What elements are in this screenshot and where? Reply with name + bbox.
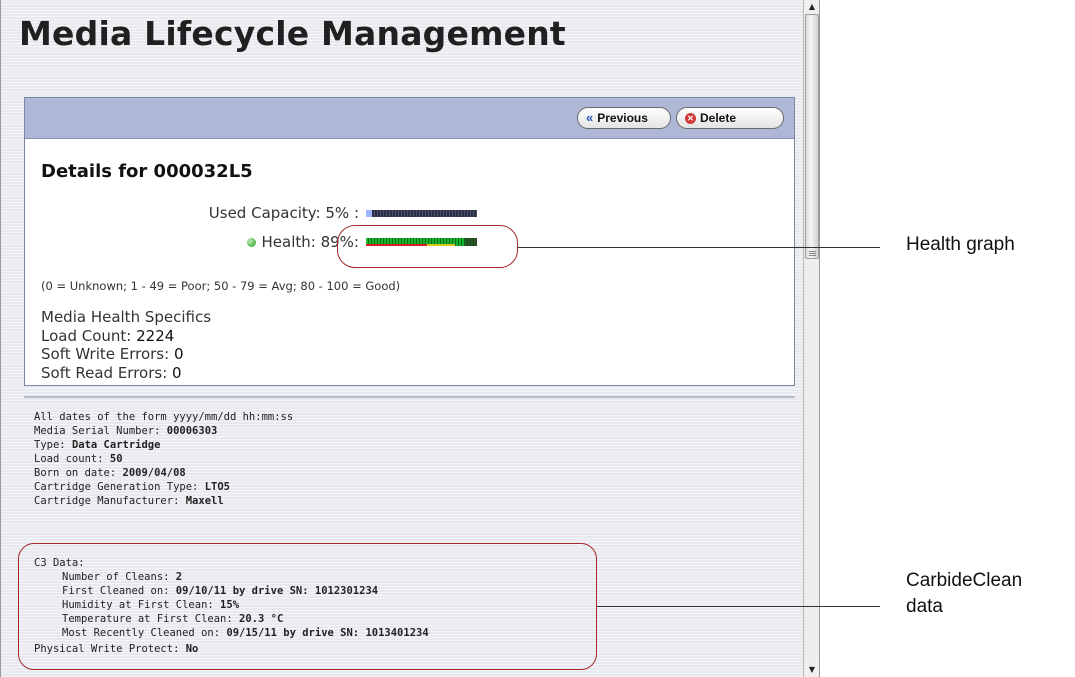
dates-note: All dates of the form yyyy/mm/dd hh:mm:s…	[34, 411, 294, 423]
cartridge-line: Media Serial Number: 00006303	[34, 425, 218, 437]
health-graph-callout-outline	[337, 225, 518, 268]
used-capacity-bar	[366, 210, 477, 217]
rewind-icon: «	[586, 110, 594, 125]
health-graph-callout-label: Health graph	[906, 234, 1015, 255]
delete-button-label: Delete	[700, 111, 737, 125]
cartridge-line: Load count: 50	[34, 453, 123, 465]
health-status-icon	[246, 237, 256, 247]
details-heading: Details for 000032L5	[41, 161, 253, 182]
cartridge-line: Cartridge Manufacturer: Maxell	[34, 495, 224, 507]
vertical-scrollbar[interactable]: ▲ ▼	[803, 0, 819, 677]
soft-write-errors-value: 0	[173, 345, 184, 363]
panel-toolbar: « Previous ✕ Delete	[25, 98, 794, 139]
media-health-specifics-title: Media Health Specifics	[41, 308, 212, 326]
load-count-line: Load Count: 2224	[41, 327, 174, 345]
carbideclean-callout-line2: data	[906, 596, 943, 617]
used-capacity-fill	[366, 210, 372, 217]
scroll-down-icon[interactable]: ▼	[804, 663, 819, 677]
soft-read-errors-label: Soft Read Errors:	[41, 364, 168, 382]
health-legend: (0 = Unknown; 1 - 49 = Poor; 50 - 79 = A…	[41, 279, 401, 293]
delete-button[interactable]: ✕ Delete	[676, 107, 784, 129]
load-count-value: 2224	[136, 327, 175, 345]
load-count-label: Load Count:	[41, 327, 132, 345]
scroll-up-icon[interactable]: ▲	[804, 0, 819, 14]
scrollbar-thumb[interactable]	[805, 14, 819, 259]
carbideclean-callout-line	[597, 606, 880, 608]
soft-write-errors-label: Soft Write Errors:	[41, 345, 170, 363]
soft-read-errors-value: 0	[172, 364, 182, 382]
carbideclean-callout-line1: CarbideClean	[906, 570, 1023, 591]
soft-read-errors-line: Soft Read Errors: 0	[41, 364, 182, 382]
carbideclean-callout-label: CarbideClean data	[906, 568, 1022, 620]
health-graph-callout-line	[518, 247, 880, 249]
soft-write-errors-line: Soft Write Errors: 0	[41, 345, 184, 363]
carbideclean-callout-outline	[18, 543, 597, 670]
cartridge-line: Cartridge Generation Type: LTO5	[34, 481, 230, 493]
page-title: Media Lifecycle Management	[19, 14, 566, 53]
grip-icon	[809, 251, 816, 252]
cartridge-line: Born on date: 2009/04/08	[34, 467, 186, 479]
cartridge-line: Type: Data Cartridge	[34, 439, 161, 451]
previous-button-label: Previous	[597, 111, 648, 125]
delete-icon: ✕	[685, 112, 696, 124]
used-capacity-label: Used Capacity: 5% :	[208, 204, 359, 222]
previous-button[interactable]: « Previous	[577, 107, 671, 129]
